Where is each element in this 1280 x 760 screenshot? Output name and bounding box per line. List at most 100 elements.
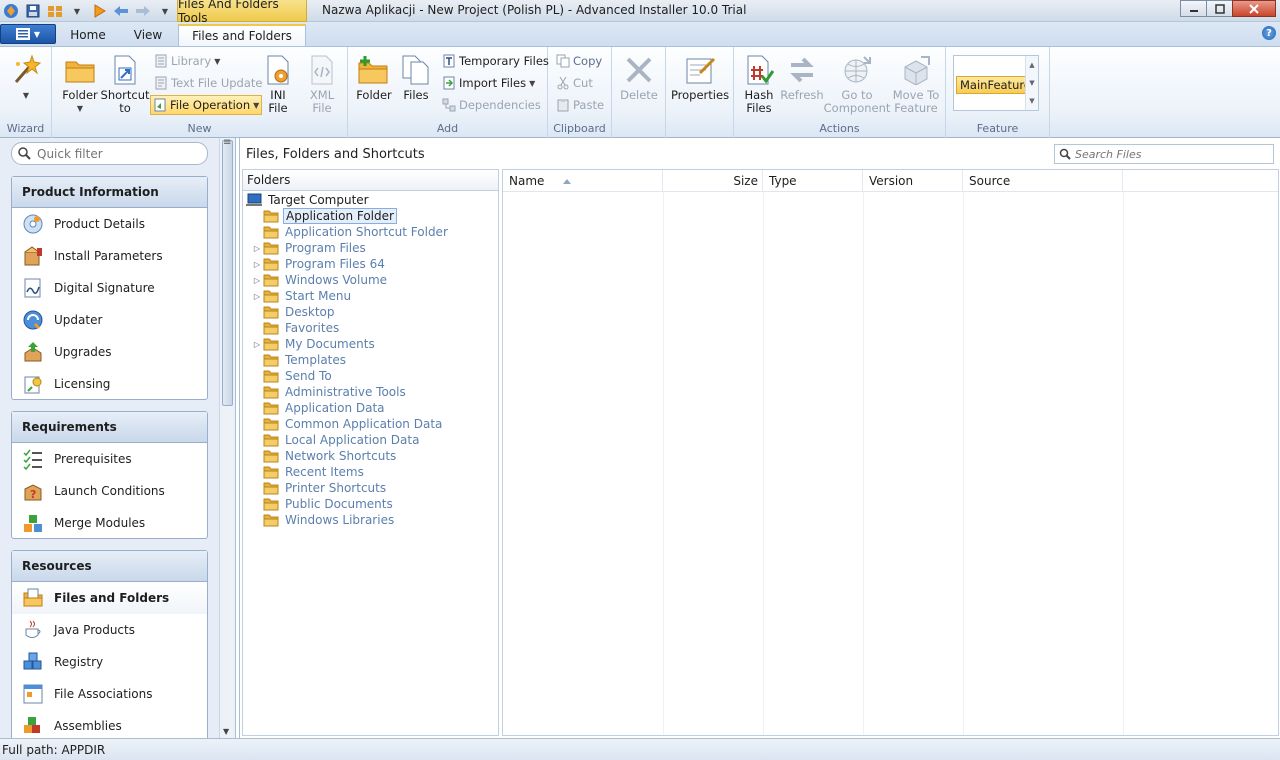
tree-item[interactable]: Public Documents — [251, 496, 395, 512]
tab-files-and-folders[interactable]: Files and Folders — [178, 24, 306, 46]
scroll-down-icon[interactable]: ▼ — [223, 727, 229, 736]
tree-root[interactable]: Target Computer — [245, 192, 371, 208]
tree-item[interactable]: Application Shortcut Folder — [251, 224, 450, 240]
add-folder-button[interactable]: Folder — [354, 53, 394, 102]
tree-item[interactable]: ▷ My Documents — [251, 336, 377, 352]
xml-file-button[interactable]: XML File — [302, 53, 342, 115]
expand-arrow-icon[interactable]: ▷ — [251, 340, 263, 349]
nav-item-registry[interactable]: Registry — [12, 646, 207, 678]
minimize-button[interactable] — [1180, 0, 1207, 17]
go-to-component-button[interactable]: Go to Component — [824, 53, 890, 115]
tree-item[interactable]: Templates — [251, 352, 348, 368]
tree-item[interactable]: Recent Items — [251, 464, 366, 480]
nav-item-upgrades[interactable]: Upgrades — [12, 336, 207, 368]
tree-item[interactable]: Application Data — [251, 400, 387, 416]
new-folder-button[interactable]: Folder ▼ — [60, 53, 100, 115]
run-icon[interactable] — [89, 1, 109, 21]
tab-home[interactable]: Home — [60, 24, 116, 46]
tree-item[interactable]: Desktop — [251, 304, 337, 320]
save-icon[interactable] — [23, 1, 43, 21]
expand-arrow-icon[interactable]: ▷ — [251, 276, 263, 285]
feature-gallery-scroll[interactable]: ▲ ▼ ▼ — [1025, 56, 1038, 110]
copy-button[interactable]: Copy — [554, 51, 604, 71]
feature-item[interactable]: MainFeature — [956, 76, 1035, 94]
expand-arrow-icon[interactable]: ▷ — [251, 244, 263, 253]
feature-gallery[interactable]: MainFeature ▲ ▼ ▼ — [953, 55, 1039, 111]
delete-button[interactable]: Delete — [620, 53, 658, 102]
tab-view[interactable]: View — [120, 24, 176, 46]
help-icon[interactable]: ? — [1262, 26, 1276, 40]
properties-button[interactable]: Properties — [670, 53, 730, 102]
search-files[interactable] — [1054, 144, 1274, 164]
tree-item[interactable]: ▷ Program Files 64 — [251, 256, 387, 272]
tree-item[interactable]: Administrative Tools — [251, 384, 408, 400]
wizard-button[interactable]: ▼ — [8, 53, 44, 102]
app-logo-icon[interactable] — [1, 1, 21, 21]
nav-item-updater[interactable]: Updater — [12, 304, 207, 336]
library-button[interactable]: Library ▼ — [152, 51, 222, 71]
licensing-icon — [22, 373, 44, 395]
scrollbar-thumb[interactable] — [222, 140, 233, 406]
qat-dropdown-icon[interactable]: ▼ — [67, 1, 87, 21]
nav-item-prerequisites[interactable]: Prerequisites — [12, 443, 207, 475]
column-source[interactable]: Source — [963, 170, 1123, 192]
nav-item-product-details[interactable]: Product Details — [12, 208, 207, 240]
panel-header[interactable]: Requirements — [12, 412, 207, 443]
nav-item-digital-signature[interactable]: Digital Signature — [12, 272, 207, 304]
build-icon[interactable] — [45, 1, 65, 21]
tree-item[interactable]: ▷ Windows Volume — [251, 272, 389, 288]
new-shortcut-button[interactable]: Shortcut to — [101, 53, 150, 115]
ini-file-button[interactable]: INI File — [258, 53, 298, 115]
nav-item-file-associations[interactable]: File Associations — [12, 678, 207, 710]
quick-filter-input[interactable] — [37, 146, 197, 161]
close-button[interactable] — [1232, 0, 1276, 17]
search-files-input[interactable] — [1075, 147, 1265, 161]
paste-button[interactable]: Paste — [554, 95, 606, 115]
nav-item-launch-conditions[interactable]: ? Launch Conditions — [12, 475, 207, 507]
quick-filter[interactable] — [11, 142, 208, 165]
dependencies-button[interactable]: Dependencies — [440, 95, 543, 115]
redo-icon[interactable] — [133, 1, 153, 21]
add-files-button[interactable]: Files — [398, 53, 434, 102]
cut-button[interactable]: Cut — [554, 73, 595, 93]
tree-item[interactable]: Send To — [251, 368, 334, 384]
tree-item[interactable]: Favorites — [251, 320, 341, 336]
nav-item-files-and-folders[interactable]: Files and Folders — [12, 582, 207, 614]
maximize-button[interactable] — [1206, 0, 1233, 17]
tree-item[interactable]: Common Application Data — [251, 416, 444, 432]
move-to-feature-button[interactable]: Move To Feature — [890, 53, 942, 115]
import-files-button[interactable]: Import Files ▼ — [440, 73, 537, 93]
refresh-button[interactable]: Refresh — [780, 53, 824, 102]
nav-item-licensing[interactable]: Licensing — [12, 368, 207, 400]
temporary-files-button[interactable]: Temporary Files — [440, 51, 551, 71]
tree-item[interactable]: Printer Shortcuts — [251, 480, 388, 496]
panel-header[interactable]: Resources — [12, 551, 207, 582]
tree-item[interactable]: ▷ Program Files — [251, 240, 368, 256]
column-size[interactable]: Size — [663, 170, 763, 192]
application-menu-button[interactable]: ▼ — [0, 24, 56, 44]
tree-item[interactable]: Windows Libraries — [251, 512, 396, 528]
nav-item-assemblies[interactable]: Assemblies — [12, 710, 207, 738]
column-version[interactable]: Version — [863, 170, 963, 192]
column-name[interactable]: Name — [503, 170, 663, 192]
nav-item-java-products[interactable]: Java Products — [12, 614, 207, 646]
file-operation-button[interactable]: File Operation ▼ — [150, 95, 263, 115]
text-file-update-button[interactable]: Text File Update — [152, 73, 264, 93]
nav-item-install-parameters[interactable]: Install Parameters — [12, 240, 207, 272]
tree-item[interactable]: ▷ Start Menu — [251, 288, 353, 304]
nav-item-merge-modules[interactable]: Merge Modules — [12, 507, 207, 539]
panel-header[interactable]: Product Information — [12, 177, 207, 208]
hash-files-button[interactable]: Hash Files — [740, 53, 778, 115]
tree-item-label: Desktop — [285, 305, 335, 319]
expand-arrow-icon[interactable]: ▷ — [251, 292, 263, 301]
tree-item[interactable]: Local Application Data — [251, 432, 421, 448]
column-type[interactable]: Type — [763, 170, 863, 192]
splitter-grip-icon[interactable]: ≡ — [223, 137, 231, 148]
customize-qat-icon[interactable]: ▼ — [155, 1, 175, 21]
tree-item[interactable]: Application Folder — [251, 208, 397, 224]
expand-arrow-icon[interactable]: ▷ — [251, 260, 263, 269]
tree-item[interactable]: Network Shortcuts — [251, 448, 398, 464]
undo-icon[interactable] — [111, 1, 131, 21]
group-label-actions: Actions — [819, 122, 860, 135]
left-nav-scrollbar[interactable]: ▼ — [219, 138, 235, 738]
